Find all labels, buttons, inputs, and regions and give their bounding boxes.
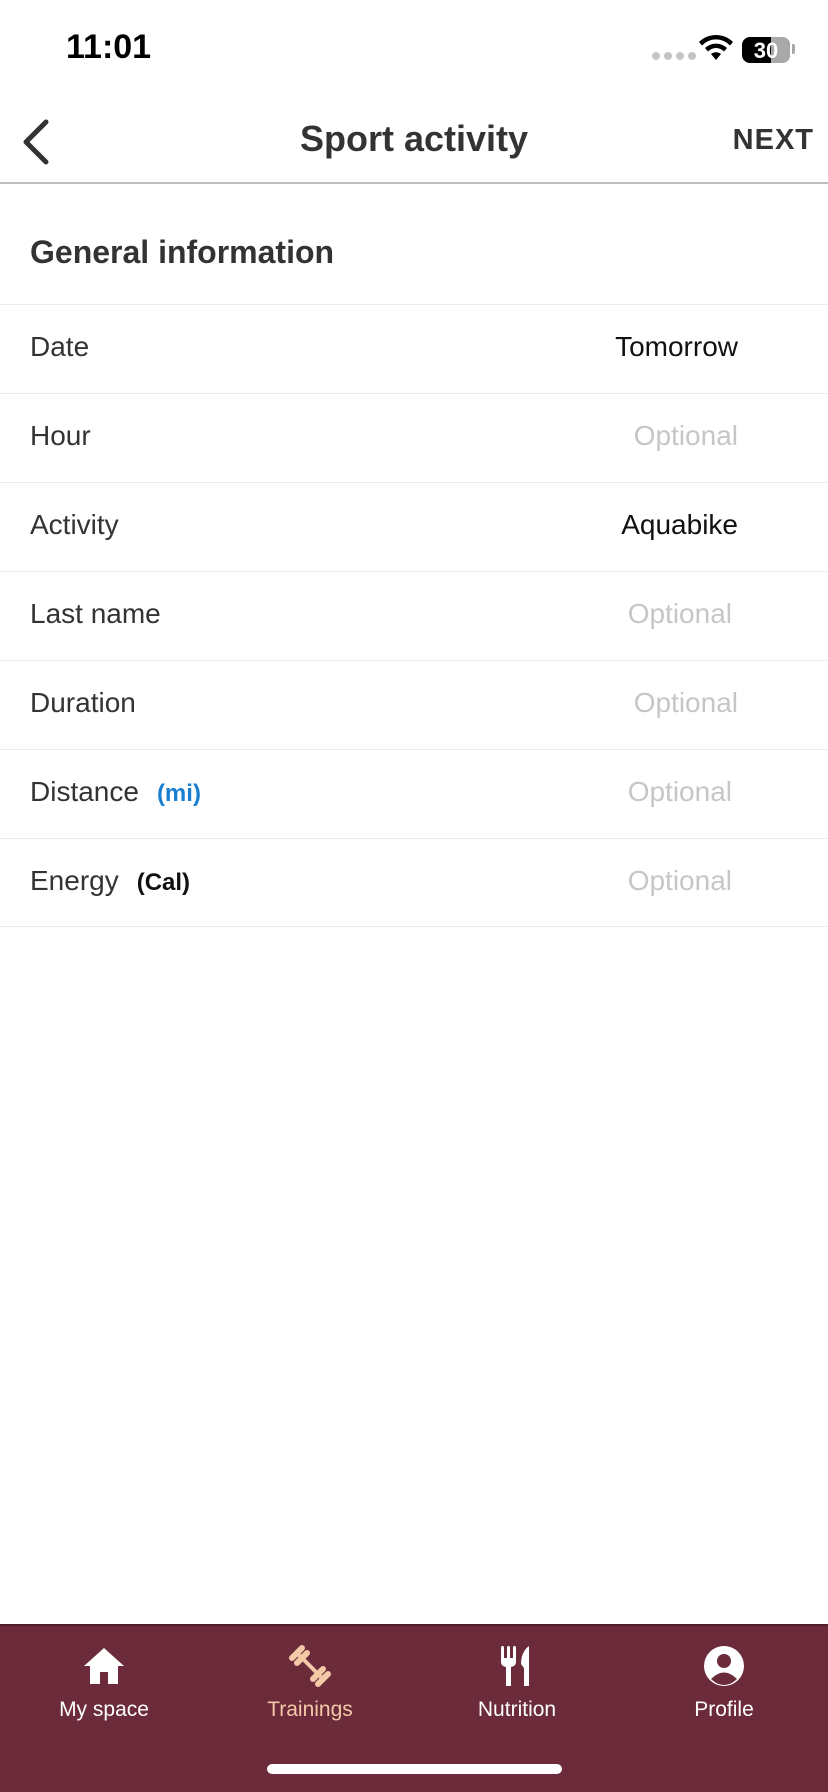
duration-row[interactable]: Duration Optional <box>0 660 828 749</box>
navigation-bar: Sport activity NEXT <box>0 100 828 184</box>
energy-row[interactable]: Energy (Cal) Optional <box>0 838 828 927</box>
date-label: Date <box>30 331 90 362</box>
energy-unit: (Cal) <box>136 869 191 896</box>
hour-field[interactable]: Optional <box>634 420 738 452</box>
hour-row[interactable]: Hour Optional <box>0 393 828 482</box>
tab-my-space[interactable]: My space <box>14 1644 194 1722</box>
fork-knife-icon <box>501 1646 529 1686</box>
page-title: Sport activity <box>299 118 529 159</box>
home-icon <box>84 1648 124 1684</box>
section-title: General information <box>30 234 335 270</box>
activity-value[interactable]: Aquabike <box>621 509 738 541</box>
wifi-icon <box>699 34 733 60</box>
date-value[interactable]: Tomorrow <box>615 331 738 363</box>
next-button[interactable]: NEXT <box>733 124 814 157</box>
last-name-label: Last name <box>30 598 161 629</box>
distance-label-text: Distance <box>30 776 139 807</box>
activity-label: Activity <box>30 509 119 540</box>
dumbbell-icon <box>289 1645 331 1687</box>
hour-label: Hour <box>30 420 91 451</box>
cellular-signal-icon <box>652 52 696 60</box>
battery-nub <box>792 44 795 54</box>
last-name-row[interactable]: Last name Optional <box>0 571 828 660</box>
distance-field[interactable]: Optional <box>628 776 732 808</box>
duration-label: Duration <box>30 687 136 718</box>
tab-profile-label: Profile <box>694 1698 754 1721</box>
battery-icon: 30 <box>742 37 790 63</box>
date-row[interactable]: Date Tomorrow <box>0 304 828 393</box>
tab-nutrition-label: Nutrition <box>477 1698 557 1721</box>
tab-trainings[interactable]: Trainings <box>220 1644 400 1722</box>
status-time: 11:01 <box>66 28 152 66</box>
distance-label: Distance (mi) <box>30 776 201 808</box>
distance-unit-toggle[interactable]: (mi) <box>157 780 201 807</box>
energy-field[interactable]: Optional <box>628 865 732 897</box>
tab-profile[interactable]: Profile <box>634 1644 814 1722</box>
profile-icon <box>704 1646 744 1686</box>
home-indicator <box>267 1764 562 1774</box>
status-bar: 11:01 30 <box>0 0 828 100</box>
battery-level: 30 <box>753 38 779 63</box>
energy-label-text: Energy <box>30 865 119 896</box>
form-list: Date Tomorrow Hour Optional Activity Aqu… <box>0 304 828 927</box>
duration-field[interactable]: Optional <box>634 687 738 719</box>
last-name-field[interactable]: Optional <box>628 598 732 630</box>
tab-trainings-label: Trainings <box>267 1698 353 1721</box>
activity-row[interactable]: Activity Aquabike <box>0 482 828 571</box>
distance-row[interactable]: Distance (mi) Optional <box>0 749 828 838</box>
tab-nutrition[interactable]: Nutrition <box>427 1644 607 1722</box>
energy-label: Energy (Cal) <box>30 865 190 897</box>
tab-my-space-label: My space <box>59 1698 149 1721</box>
